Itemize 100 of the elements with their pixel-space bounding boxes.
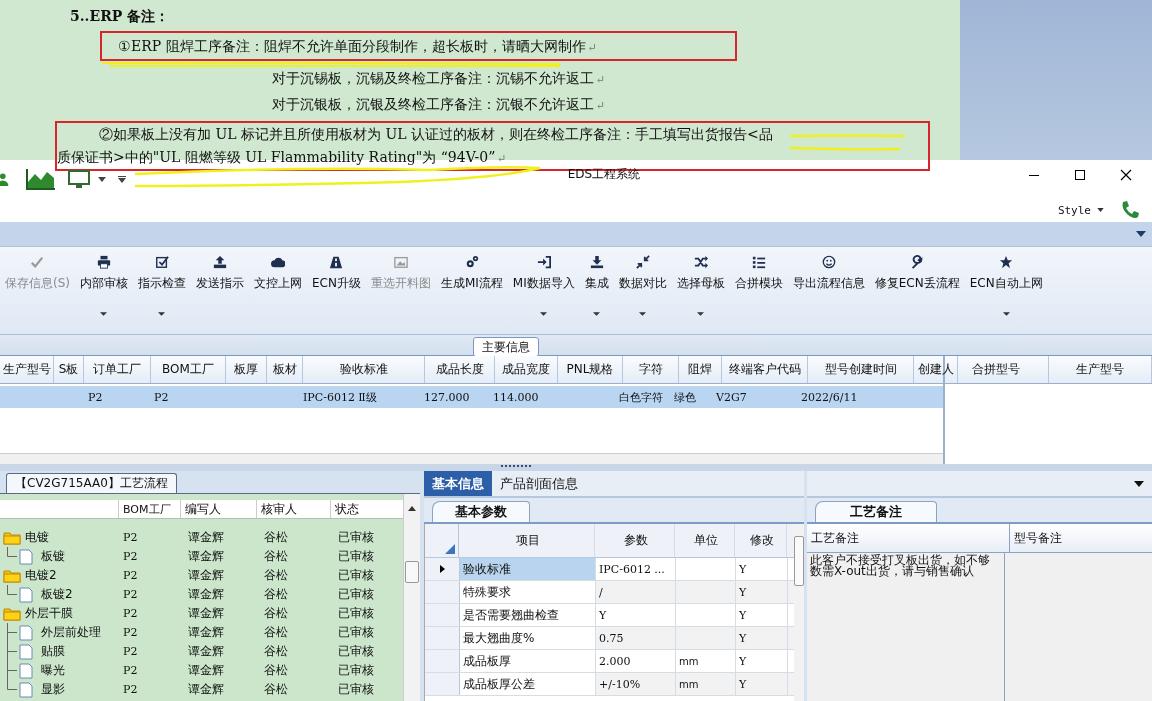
checkbox-icon [155,255,169,269]
toolbar-button[interactable]: 选择母板 [671,255,730,316]
scroll-up-icon[interactable] [408,506,416,511]
column-header[interactable]: 成品长度 [425,356,495,383]
scrollbar-thumb[interactable] [794,536,804,586]
tree-item[interactable]: 板镀 [41,548,65,565]
maximize-icon[interactable] [1074,169,1086,181]
toolbar-button[interactable]: 导出流程信息 [787,255,870,292]
tab[interactable]: 基本信息 [424,471,492,496]
column-header[interactable]: BOM工厂 [151,356,226,383]
tree-item[interactable]: 曝光 [41,662,65,679]
vertical-scrollbar[interactable] [794,524,804,701]
table-row[interactable]: 最大翘曲度% 0.75 Y [425,627,794,650]
tree-item[interactable]: 外层干膜 [25,605,73,622]
tree-item[interactable]: 板镀2 [41,586,73,603]
column-header[interactable]: 订单工厂 [84,356,151,383]
table-cell: IPC-6012 ... [599,562,665,576]
table-cell: 已审核 [338,548,374,565]
toolbar-button[interactable]: 发送指示 [191,255,249,292]
column-header[interactable]: 核审人 [256,500,330,518]
toolbar-button[interactable]: 内部审核 [75,255,133,316]
column-header[interactable]: 字符 [623,356,679,383]
column-header[interactable]: 生产型号 [0,356,54,383]
item-cell: 最大翘曲度% [460,627,596,649]
column-header[interactable]: 参数 [595,524,675,557]
tree-item[interactable]: 电镀2 [25,567,57,584]
table-row[interactable]: 是否需要翘曲检查 Y Y [425,604,794,627]
check-icon [30,255,45,269]
toolbar-button[interactable]: ECN自动上网 [964,255,1048,316]
caret-icon[interactable] [1136,231,1146,237]
column-header[interactable]: 型号备注 [1010,524,1062,552]
phone-icon[interactable] [1120,200,1140,220]
sub-tab[interactable]: 工艺备注 [815,501,937,522]
table-cell: 谭金辉 [188,567,224,584]
table-cell: 已审核 [338,529,374,546]
table-cell: P2 [123,683,138,696]
upload-icon [213,255,227,269]
table-cell: Y [739,677,747,691]
column-header[interactable]: 生产型号 [1048,356,1152,383]
column-header[interactable]: 板厚 [226,356,267,383]
column-header[interactable]: 工艺备注 [807,524,1010,552]
customize-caret-icon[interactable] [118,175,126,183]
toolbar-button[interactable]: MI数据导入 [507,255,580,316]
table-cell: P2 [88,390,103,404]
monitor-icon[interactable] [68,169,92,189]
table-row[interactable]: 成品板厚公差 +/-10% mm Y [425,673,794,696]
column-header[interactable]: S板 [54,356,84,383]
folder-icon [3,606,21,621]
table-cell: P2 [123,664,138,677]
toolbar-button[interactable]: 生成MI流程 [435,255,508,292]
scrollbar-thumb[interactable] [405,561,419,583]
caret-icon[interactable] [1134,480,1144,487]
table-cell: Y [739,608,747,622]
grid-row[interactable]: P2 P2 IPC-6012 Ⅱ级 127.000 114.000 白色字符 绿色 V2G7 2022/6/11 [0,386,943,408]
panel-tab[interactable]: 【CV2G715AA0】工艺流程 [6,473,177,493]
toolbar-button[interactable]: 数据对比 [613,255,672,316]
column-header[interactable]: PNL规格 [558,356,623,383]
table-cell: 2.000 [599,654,631,668]
toolbar-button[interactable]: 文控上网 [249,255,307,292]
caret-icon[interactable] [98,176,106,182]
toolbar-button[interactable]: 指示检查 [133,255,191,316]
column-header[interactable]: 项目 [459,524,595,557]
road-icon [329,255,344,269]
column-header[interactable]: 单位 [675,524,735,557]
tree-item[interactable]: 外层前处理 [41,624,101,641]
caret-icon [1097,208,1104,212]
column-header[interactable]: 成品宽度 [495,356,558,383]
vertical-scrollbar[interactable] [403,494,420,701]
document-icon [19,643,33,660]
column-header[interactable]: 验收标准 [303,356,425,383]
column-header[interactable]: 板材 [267,356,303,383]
area-chart-icon[interactable] [26,168,56,190]
table-row[interactable]: 成品板厚 2.000 mm Y [425,650,794,673]
column-header[interactable]: 终端客户代码 [722,356,808,383]
column-header[interactable]: 编写人 [180,500,256,518]
toolbar-button[interactable]: 集成 [579,255,614,316]
tab[interactable]: 产品剖面信息 [492,471,586,496]
table-row[interactable]: 验收标准 IPC-6012 ... Y [425,558,794,581]
sub-tab[interactable]: 基本参数 [432,501,530,522]
column-header[interactable]: 型号创建时间 [808,356,914,383]
column-header[interactable]: 修改 [735,524,787,557]
table-row[interactable]: 特殊要求 / Y [425,581,794,604]
tree-item[interactable]: 显影 [41,681,65,698]
paragraph-mark: ↵ [596,73,606,86]
tree-item[interactable]: 电镀 [25,529,49,546]
column-header[interactable]: 阻焊 [679,356,722,383]
table-cell: Y [599,608,607,622]
toolbar-button[interactable]: 修复ECN丢流程 [869,255,965,292]
row-header[interactable] [425,558,460,580]
toolbar-button[interactable]: 合拼模块 [729,255,788,292]
tree-connector [7,585,17,595]
style-menu[interactable]: Style [1057,203,1091,217]
horizontal-scrollbar[interactable] [0,453,943,464]
table-cell: 已审核 [338,662,374,679]
column-header[interactable]: 状态 [330,500,400,518]
tree-item[interactable]: 贴膜 [41,643,65,660]
toolbar-button[interactable]: ECN升级 [307,255,366,292]
column-header[interactable]: BOM工厂 [118,500,180,518]
close-icon[interactable] [1120,169,1132,181]
download-icon [589,255,604,269]
